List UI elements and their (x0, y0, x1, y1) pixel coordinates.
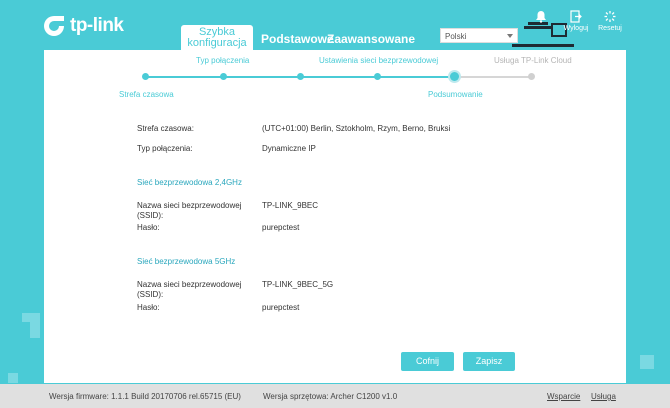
tab-quick-setup-line2: konfiguracja (187, 37, 247, 49)
timezone-value: (UTC+01:00) Berlin, Sztokholm, Rzym, Ber… (262, 124, 451, 133)
footer: Wersja firmware: 1.1.1 Build 20170706 re… (0, 384, 670, 408)
top-header: tp-link Szybka konfiguracja Podstawowe Z… (0, 0, 670, 58)
language-select[interactable]: Polski (440, 28, 518, 43)
back-button[interactable]: Cofnij (401, 352, 454, 371)
bell-icon (536, 11, 546, 23)
timezone-label: Strefa czasowa: (137, 124, 194, 133)
ssid24-label-line2: (SSID): (137, 211, 164, 220)
reboot-icon (604, 11, 616, 22)
ssid24-value: TP-LINK_9BEC (262, 201, 319, 210)
step-label-summary: Podsumowanie (428, 90, 483, 99)
save-button[interactable]: Zapisz (463, 352, 515, 371)
pass24-value: purepctest (262, 223, 300, 232)
tp-link-logo: tp-link (42, 14, 124, 38)
reboot-button[interactable]: Resetuj (590, 10, 630, 32)
step-label-wireless: Ustawienia sieci bezprzewodowej (319, 56, 439, 65)
step-dot-summary (450, 72, 459, 81)
ssid5-label: Nazwa sieci bezprzewodowej (SSID): (137, 280, 252, 300)
app-link[interactable]: Usługa (591, 392, 616, 401)
ssid24-label-line1: Nazwa sieci bezprzewodowej (137, 201, 242, 210)
logout-label: Wyloguj (563, 25, 589, 32)
firmware-version: Wersja firmware: 1.1.1 Build 20170706 re… (49, 392, 241, 401)
decor-square (22, 313, 40, 322)
connection-type-value: Dynamiczne IP (262, 144, 316, 153)
reboot-label: Resetuj (598, 25, 622, 32)
wifi5-section-title: Sieć bezprzewodowa 5GHz (137, 257, 236, 266)
tab-advanced[interactable]: Zaawansowane (327, 32, 415, 46)
step-label-cloud: Usługa TP-Link Cloud (494, 56, 572, 65)
pass5-label: Hasło: (137, 303, 160, 312)
connection-type-label: Typ połączenia: (137, 144, 193, 153)
support-link[interactable]: Wsparcie (547, 392, 580, 401)
tab-basic[interactable]: Podstawowe (261, 32, 334, 46)
progress-line-remaining (454, 76, 534, 78)
step-dot-cloud (528, 73, 535, 80)
step-dot-summary-connection (297, 73, 304, 80)
ssid5-label-line2: (SSID): (137, 290, 164, 299)
step-label-connection: Typ połączenia (196, 56, 250, 65)
decor-square (30, 322, 40, 338)
pass5-value: purepctest (262, 303, 300, 312)
ssid5-label-line1: Nazwa sieci bezprzewodowej (137, 280, 242, 289)
wifi24-section-title: Sieć bezprzewodowa 2,4GHz (137, 178, 242, 187)
tab-quick-setup[interactable]: Szybka konfiguracja (181, 25, 253, 51)
logout-icon (570, 10, 582, 23)
hardware-version: Wersja sprzętowa: Archer C1200 v1.0 (263, 392, 398, 401)
tp-link-logo-icon (44, 16, 64, 36)
bell-button[interactable] (521, 10, 561, 25)
decor-square (640, 355, 654, 369)
ssid24-label: Nazwa sieci bezprzewodowej (SSID): (137, 201, 252, 221)
step-dot-timezone (142, 73, 149, 80)
ssid5-value: TP-LINK_9BEC_5G (262, 280, 334, 289)
step-dot-wireless (374, 73, 381, 80)
decor-square (8, 373, 18, 383)
quick-setup-panel: Typ połączenia Ustawienia sieci bezprzew… (44, 50, 626, 383)
language-selected: Polski (445, 32, 467, 41)
step-dot-connection (220, 73, 227, 80)
brand-name: tp-link (70, 15, 124, 36)
step-label-timezone: Strefa czasowa (119, 90, 174, 99)
pass24-label: Hasło: (137, 223, 160, 232)
